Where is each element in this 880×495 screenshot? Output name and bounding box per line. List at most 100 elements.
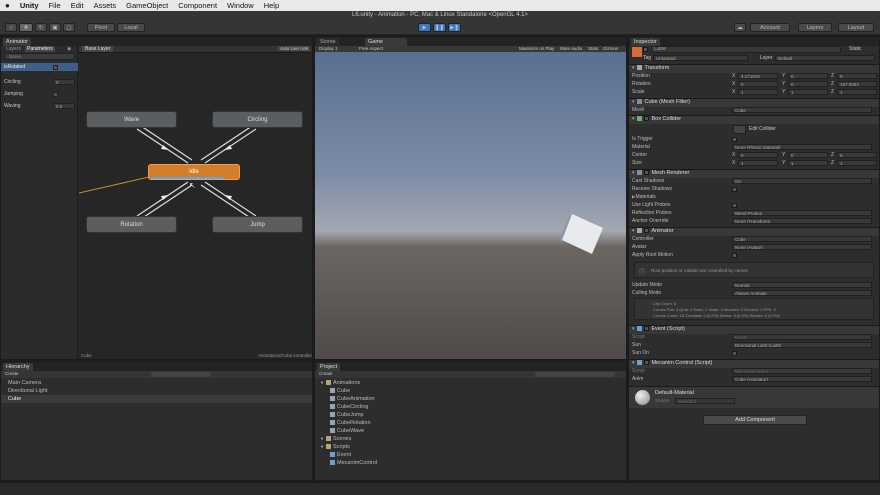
light-probes-checkbox[interactable] bbox=[732, 203, 737, 208]
parameter-value-field[interactable]: 0 bbox=[53, 79, 75, 85]
position-x-field[interactable]: 4.171019 bbox=[738, 73, 778, 79]
position-z-field[interactable]: 0 bbox=[837, 73, 877, 79]
tab-project[interactable]: Project bbox=[317, 363, 341, 371]
size-x-field[interactable]: 1 bbox=[738, 160, 778, 166]
state-circling[interactable]: Circling bbox=[212, 111, 303, 128]
materials-row[interactable]: ▶Materials bbox=[632, 194, 876, 201]
edit-collider-icon[interactable] bbox=[733, 125, 746, 134]
mesh-renderer-enabled-checkbox[interactable] bbox=[644, 170, 650, 176]
gizmos-dropdown[interactable]: Gizmos bbox=[603, 46, 618, 51]
project-item[interactable]: CubeJump bbox=[330, 412, 364, 418]
avatar-field[interactable]: None (Avatar) bbox=[732, 244, 872, 250]
transform-header[interactable]: ▼ Transform bbox=[629, 64, 879, 73]
project-item[interactable]: MecanimControl bbox=[330, 460, 377, 466]
cast-shadows-dropdown[interactable]: On bbox=[732, 178, 872, 184]
hierarchy-selected-row[interactable] bbox=[1, 395, 312, 403]
project-item[interactable]: ▼ Scripts bbox=[320, 444, 350, 450]
cloud-icon[interactable]: ☁ bbox=[734, 23, 746, 32]
parameter-checkbox[interactable] bbox=[53, 92, 58, 97]
menu-file[interactable]: File bbox=[49, 1, 61, 10]
game-viewport[interactable] bbox=[315, 52, 626, 359]
rotation-z-field[interactable]: 157.0054 bbox=[837, 81, 877, 87]
event-script-header[interactable]: ▼ Event (Script) bbox=[629, 325, 879, 334]
hand-tool-icon[interactable]: ○ bbox=[5, 23, 17, 32]
state-jump[interactable]: Jump bbox=[212, 216, 303, 233]
project-item[interactable]: CubeRotation bbox=[330, 420, 371, 426]
add-component-button[interactable]: Add Component bbox=[703, 415, 807, 425]
sun-field[interactable]: Directional Light (Light) bbox=[732, 342, 872, 348]
is-trigger-checkbox[interactable] bbox=[732, 137, 737, 142]
mesh-renderer-header[interactable]: ▼ Mesh Renderer bbox=[629, 169, 879, 178]
layers-dropdown[interactable]: Layers bbox=[798, 23, 832, 32]
material-section[interactable]: Default-Material Shader Standard bbox=[629, 386, 879, 408]
sun-on-checkbox[interactable] bbox=[732, 351, 737, 356]
position-y-field[interactable]: 0 bbox=[788, 73, 828, 79]
eye-icon[interactable]: ◉ bbox=[67, 46, 71, 52]
project-search-input[interactable] bbox=[535, 372, 615, 377]
culling-mode-dropdown[interactable]: Always Animate bbox=[732, 290, 872, 296]
apply-root-motion-checkbox[interactable] bbox=[732, 253, 737, 258]
menu-component[interactable]: Component bbox=[178, 1, 217, 10]
tab-inspector[interactable]: Inspector bbox=[631, 38, 660, 46]
menu-edit[interactable]: Edit bbox=[71, 1, 84, 10]
parameter-search-input[interactable]: Name bbox=[4, 53, 75, 60]
project-item[interactable]: CubeCircling bbox=[330, 404, 369, 410]
tag-dropdown[interactable]: Untagged bbox=[653, 55, 748, 61]
scale-z-field[interactable]: 1 bbox=[837, 89, 877, 95]
project-item[interactable]: ▼ Scenes bbox=[320, 436, 351, 442]
receive-shadows-checkbox[interactable] bbox=[732, 187, 737, 192]
project-item[interactable]: ▼ Animations bbox=[320, 380, 360, 386]
maximize-on-play-toggle[interactable]: Maximize on Play bbox=[519, 46, 554, 51]
tab-scene[interactable]: Scene bbox=[317, 38, 339, 46]
step-button-icon[interactable]: ▶❚ bbox=[448, 23, 461, 32]
play-button-icon[interactable]: ▶ bbox=[418, 23, 431, 32]
mesh-field[interactable]: Cube bbox=[732, 107, 872, 113]
layout-dropdown[interactable]: Layout bbox=[838, 23, 874, 32]
pause-button-icon[interactable]: ❚❚ bbox=[433, 23, 446, 32]
size-z-field[interactable]: 1 bbox=[837, 160, 877, 166]
center-x-field[interactable]: 0 bbox=[738, 152, 778, 158]
anim-field[interactable]: Cube (Animator) bbox=[732, 376, 872, 382]
tab-parameters[interactable]: Parameters bbox=[25, 46, 55, 52]
layer-dropdown[interactable]: Default bbox=[775, 55, 875, 61]
reflection-probes-dropdown[interactable]: Blend Probes bbox=[732, 210, 872, 216]
project-item[interactable]: CubeWave bbox=[330, 428, 364, 434]
mute-audio-toggle[interactable]: Mute audio bbox=[560, 46, 582, 51]
expand-arrow-icon[interactable]: ▼ bbox=[320, 380, 324, 385]
scale-y-field[interactable]: 1 bbox=[788, 89, 828, 95]
tab-layers[interactable]: Layers bbox=[6, 46, 21, 52]
animator-component-header[interactable]: ▼ Animator bbox=[629, 227, 879, 236]
menu-app-name[interactable]: Unity bbox=[20, 1, 39, 10]
mecanim-script-enabled-checkbox[interactable] bbox=[644, 360, 650, 366]
account-dropdown[interactable]: Account bbox=[750, 23, 790, 32]
anchor-override-field[interactable]: None (Transform) bbox=[732, 218, 872, 224]
active-checkbox[interactable] bbox=[643, 47, 648, 52]
pivot-button[interactable]: Pivot bbox=[87, 23, 115, 32]
parameter-checkbox[interactable] bbox=[53, 65, 58, 70]
layer-breadcrumb[interactable]: Base Layer bbox=[82, 46, 114, 52]
expand-arrow-icon[interactable]: ▼ bbox=[320, 444, 324, 449]
hierarchy-item[interactable]: Main Camera bbox=[8, 380, 41, 386]
object-name-field[interactable]: Cube bbox=[651, 46, 841, 53]
aspect-dropdown[interactable]: Free Aspect bbox=[359, 46, 383, 51]
expand-arrow-icon[interactable]: ▼ bbox=[320, 436, 324, 441]
static-toggle[interactable]: Static bbox=[849, 46, 862, 52]
hierarchy-item[interactable]: Cube bbox=[8, 396, 21, 402]
menu-gameobject[interactable]: GameObject bbox=[126, 1, 168, 10]
shader-dropdown[interactable]: Standard bbox=[675, 398, 735, 404]
hierarchy-create-dropdown[interactable]: Create bbox=[5, 371, 19, 376]
rotation-y-field[interactable]: 0 bbox=[788, 81, 828, 87]
menu-help[interactable]: Help bbox=[264, 1, 279, 10]
project-create-dropdown[interactable]: Create bbox=[319, 371, 333, 376]
state-machine-graph[interactable]: Base Layer Auto Live Link Wave Circling … bbox=[79, 46, 312, 359]
project-item[interactable]: Cube bbox=[330, 388, 350, 394]
update-mode-dropdown[interactable]: Normal bbox=[732, 282, 872, 288]
animator-enabled-checkbox[interactable] bbox=[644, 228, 650, 234]
local-button[interactable]: Local bbox=[117, 23, 145, 32]
rect-tool-icon[interactable]: ▢ bbox=[63, 23, 75, 32]
apple-icon[interactable]: ● bbox=[5, 1, 10, 10]
state-wave[interactable]: Wave bbox=[86, 111, 177, 128]
box-collider-header[interactable]: ▼ Box Collider bbox=[629, 115, 879, 124]
state-rotation[interactable]: Rotation bbox=[86, 216, 177, 233]
project-item[interactable]: CubeAnimation bbox=[330, 396, 375, 402]
